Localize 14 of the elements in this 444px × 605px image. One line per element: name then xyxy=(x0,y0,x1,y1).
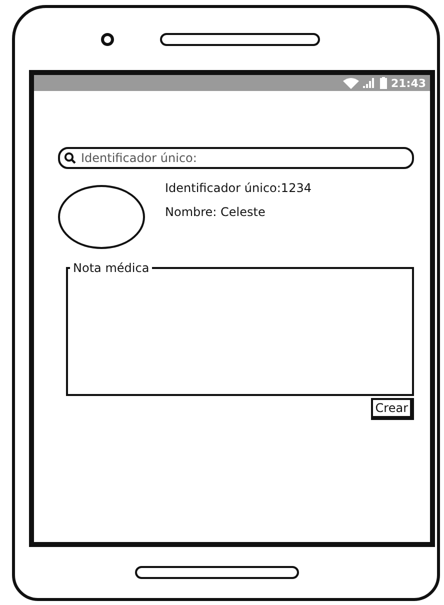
note-field[interactable]: Nota médica xyxy=(66,261,414,396)
name-label: Nombre: Celeste xyxy=(165,205,266,219)
battery-icon xyxy=(380,77,387,89)
wifi-icon xyxy=(342,78,359,88)
status-time: 21:43 xyxy=(390,76,426,90)
note-legend: Nota médica xyxy=(70,261,152,275)
create-button[interactable]: Crear xyxy=(371,398,414,420)
signal-icon xyxy=(362,78,376,88)
speaker-icon xyxy=(160,32,320,46)
home-button[interactable] xyxy=(135,566,299,579)
search-icon xyxy=(64,152,76,164)
camera-icon xyxy=(101,32,114,46)
id-label: Identificador único:1234 xyxy=(165,181,312,195)
search-field[interactable]: Identificador único: xyxy=(58,147,414,169)
